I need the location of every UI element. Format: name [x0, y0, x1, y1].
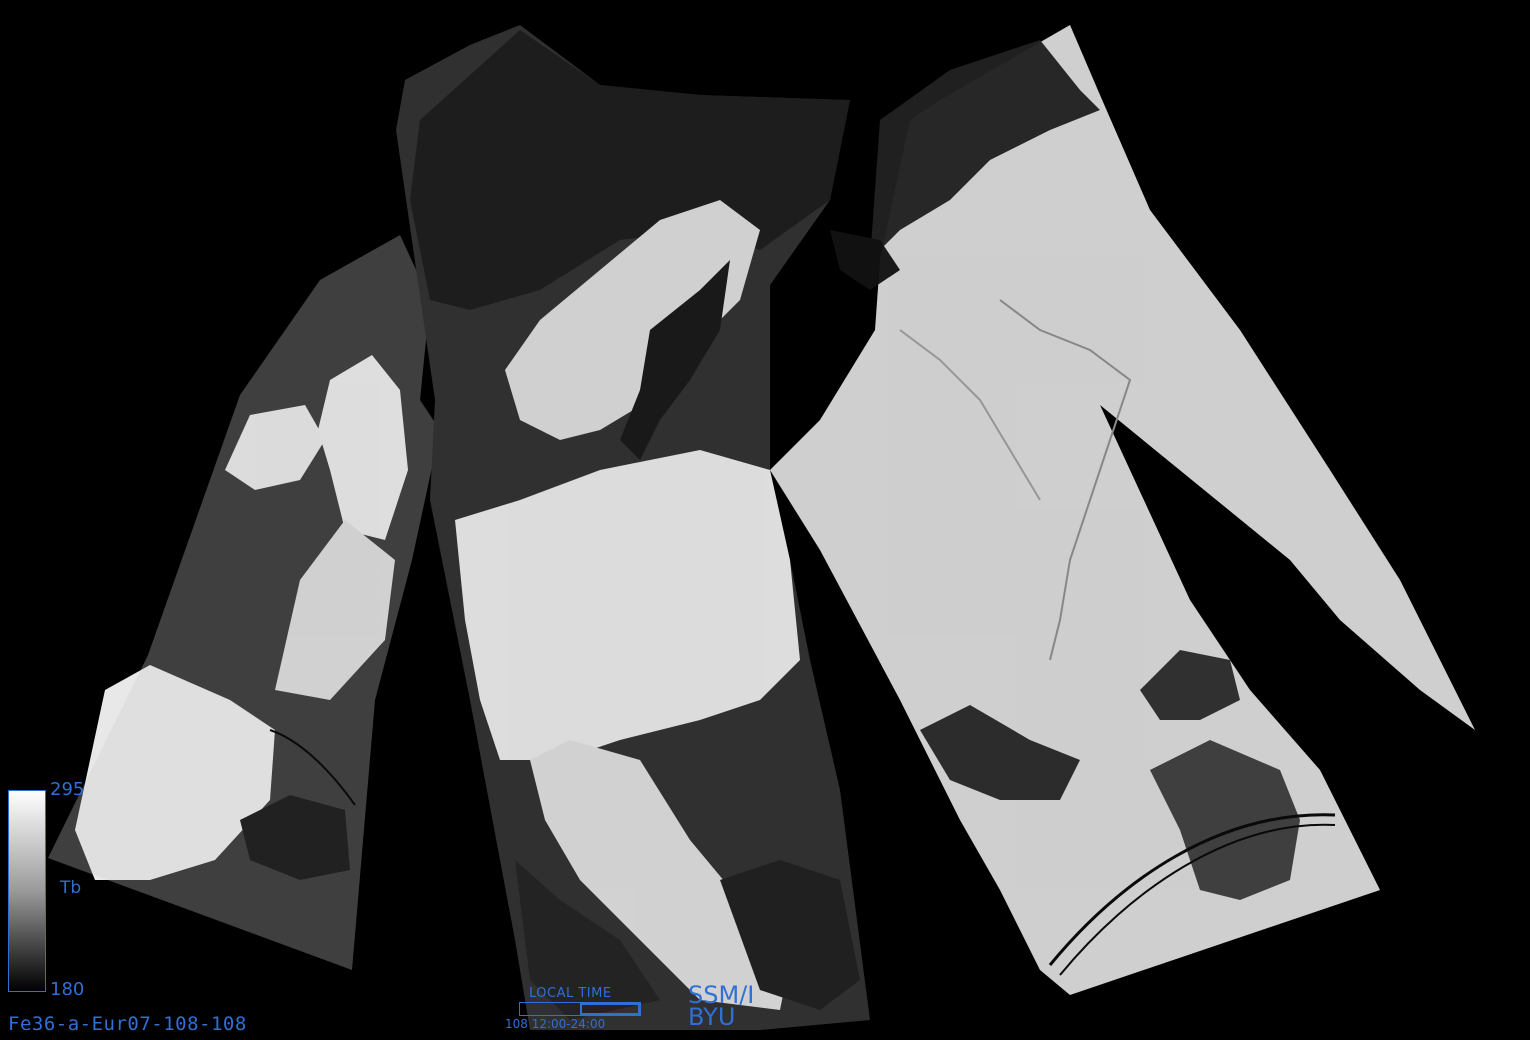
colorbar-variable-label: Tb: [60, 878, 82, 898]
colorbar-min-label: 180: [50, 979, 85, 1000]
sensor-credit: SSM/I BYU: [688, 983, 754, 1031]
local-time-legend: LOCAL TIME 108 12:00-24:00: [505, 986, 645, 1032]
colorbar: [8, 790, 46, 992]
colorbar-max-label: 295: [50, 779, 85, 800]
brightness-temperature-map: [0, 0, 1530, 1040]
local-time-bar-fill: [580, 1003, 640, 1015]
sensor-institution: BYU: [688, 1003, 736, 1031]
texture-overlay: [48, 25, 1475, 1030]
image-label: Fe36-a-Eur07-108-108: [8, 1013, 247, 1035]
local-time-range: 108 12:00-24:00: [505, 1017, 606, 1031]
local-time-bar: [519, 1002, 641, 1016]
map-swaths: [48, 25, 1475, 1030]
local-time-title: LOCAL TIME: [529, 986, 612, 1001]
